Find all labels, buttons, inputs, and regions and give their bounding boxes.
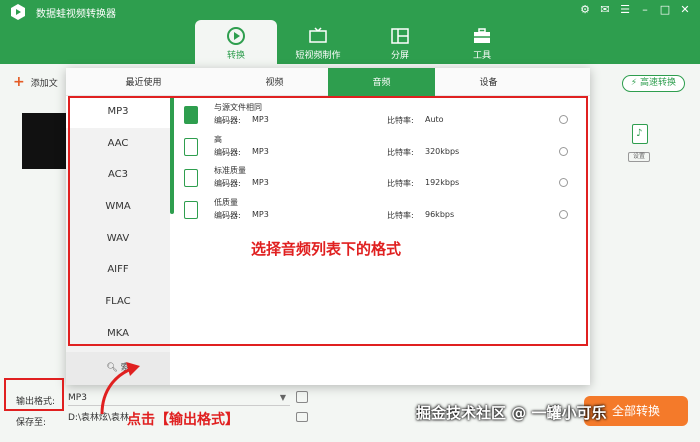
- minimize-icon[interactable]: –: [638, 3, 652, 17]
- convert-icon: [227, 27, 245, 45]
- format-category-tabs: 最近使用 视频 音频 设备: [66, 68, 590, 96]
- app-title: 数据蛙视频转换器: [36, 9, 116, 20]
- split-screen-icon: [391, 28, 409, 44]
- watermark: 掘金技术社区 @ 一罐小可乐: [416, 404, 607, 422]
- fast-convert-label: 高速转换: [639, 78, 676, 88]
- output-settings-icon[interactable]: [296, 391, 308, 403]
- annotation-click: 点击【输出格式】: [127, 412, 239, 428]
- menu-icon[interactable]: ☰: [618, 3, 632, 17]
- tv-icon: [309, 27, 327, 43]
- maximize-icon[interactable]: □: [658, 3, 672, 17]
- toolbox-icon: [474, 28, 490, 43]
- plus-icon: +: [13, 74, 25, 90]
- music-file-icon: ♪: [632, 124, 648, 144]
- video-thumbnail: [22, 113, 70, 169]
- nav-tab-label: 工具: [472, 51, 491, 61]
- close-icon[interactable]: ✕: [678, 3, 692, 17]
- title-bar: 数据蛙视频转换器 ⚙ ✉ ☰ – □ ✕ 转换 短视频制作 分屏 工具: [0, 0, 700, 64]
- nav-tab-short-video[interactable]: 短视频制作: [277, 20, 359, 64]
- nav-tab-split-screen[interactable]: 分屏: [359, 20, 441, 64]
- output-format-chip[interactable]: ♪ 设置: [628, 124, 652, 164]
- folder-icon[interactable]: [296, 412, 308, 422]
- lightning-icon: ⚡: [630, 78, 638, 88]
- tab-recent[interactable]: 最近使用: [66, 68, 221, 96]
- annotation-main: 选择音频列表下的格式: [251, 240, 402, 258]
- nav-tab-label: 短视频制作: [295, 51, 341, 61]
- fast-convert-toggle[interactable]: ⚡ 高速转换: [621, 75, 685, 92]
- annotation-arrow-icon: [100, 362, 140, 415]
- nav-tab-tools[interactable]: 工具: [441, 20, 523, 64]
- nav-tab-label: 分屏: [390, 51, 409, 61]
- nav-tab-convert[interactable]: 转换: [195, 20, 277, 64]
- chevron-down-icon: ▼: [279, 393, 286, 402]
- format-settings-button[interactable]: 设置: [628, 152, 650, 162]
- tab-video[interactable]: 视频: [221, 68, 328, 96]
- tab-audio[interactable]: 音频: [328, 68, 435, 96]
- save-to-label: 保存至:: [16, 418, 47, 428]
- output-format-value: MP3: [68, 393, 87, 403]
- add-file-button[interactable]: + 添加文: [13, 74, 58, 90]
- add-file-label: 添加文: [30, 78, 58, 89]
- app-logo-icon: [11, 4, 25, 20]
- nav-tab-label: 转换: [226, 51, 245, 61]
- highlight-box-quality-list: [68, 96, 588, 346]
- highlight-box-output-format: [4, 378, 64, 411]
- main-nav: 转换 短视频制作 分屏 工具: [195, 20, 523, 64]
- settings-icon[interactable]: ⚙: [578, 3, 592, 17]
- message-icon[interactable]: ✉: [598, 3, 612, 17]
- tab-device[interactable]: 设备: [435, 68, 542, 96]
